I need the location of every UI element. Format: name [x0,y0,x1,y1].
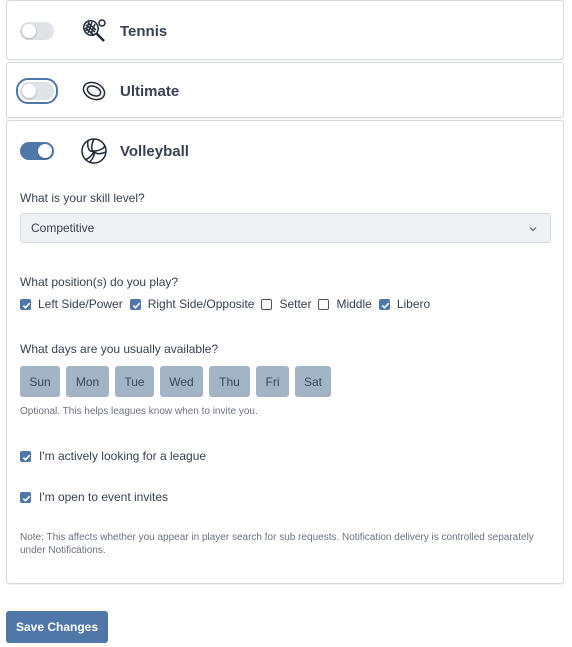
toggle-knob [38,144,52,158]
skill-level-value: Competitive [31,221,95,235]
ultimate-toggle-focus-ring [16,78,58,104]
day-button-wed[interactable]: Wed [160,366,203,397]
sport-card-tennis: Tennis [6,0,564,60]
days-hint: Optional. This helps leagues know when t… [20,406,258,417]
position-label: Middle [336,297,372,311]
position-option[interactable]: Left Side/Power [20,297,123,311]
event-invites-label: I'm open to event invites [39,490,169,504]
position-label: Left Side/Power [38,297,123,311]
day-button-fri[interactable]: Fri [256,366,289,397]
position-option[interactable]: Libero [378,297,431,311]
volleyball-icon [80,137,108,165]
volleyball-toggle[interactable] [20,142,54,160]
skill-level-label: What is your skill level? [20,191,145,205]
days-group: Sun Mon Tue Wed Thu Fri Sat [20,366,337,397]
sport-row-tennis: Tennis [20,16,167,46]
checkbox-checked[interactable] [20,298,31,310]
sport-row-volleyball: Volleyball [20,136,189,166]
days-label: What days are you usually available? [20,342,219,356]
skill-level-select[interactable]: Competitive [20,213,551,243]
day-button-sun[interactable]: Sun [20,366,60,397]
sport-row-ultimate: Ultimate [16,76,180,106]
positions-group: Left Side/Power Right Side/Opposite Sett… [20,297,437,311]
checkbox-checked[interactable] [378,298,390,310]
looking-for-league-label: I'm actively looking for a league [39,449,207,463]
sport-name: Volleyball [120,142,189,160]
position-label: Setter [279,297,312,311]
checkbox-checked[interactable] [129,298,141,310]
looking-for-league-option[interactable]: I'm actively looking for a league [20,449,206,463]
search-visibility-note: Note: This affects whether you appear in… [20,532,534,556]
positions-label: What position(s) do you play? [20,275,179,289]
checkbox-unchecked[interactable] [261,298,273,310]
sport-name: Ultimate [120,82,180,100]
sport-name: Tennis [120,22,168,40]
position-label: Libero [396,297,431,311]
day-button-tue[interactable]: Tue [115,366,154,397]
position-option[interactable]: Middle [318,297,372,311]
checkbox-checked[interactable] [20,450,31,462]
chevron-down-icon [528,223,538,237]
ultimate-toggle[interactable] [20,82,54,100]
save-changes-button[interactable]: Save Changes [6,611,108,643]
position-option[interactable]: Right Side/Opposite [129,297,255,311]
day-button-thu[interactable]: Thu [209,366,250,397]
sport-card-ultimate: Ultimate [6,62,564,118]
tennis-racket-icon [80,17,108,45]
toggle-knob [22,84,36,98]
toggle-knob [22,24,36,38]
frisbee-icon [80,77,108,105]
tennis-toggle[interactable] [20,22,54,40]
day-button-sat[interactable]: Sat [295,366,331,397]
day-button-mon[interactable]: Mon [66,366,109,397]
position-option[interactable]: Setter [261,297,311,311]
event-invites-option[interactable]: I'm open to event invites [20,490,168,504]
checkbox-unchecked[interactable] [318,298,330,310]
position-label: Right Side/Opposite [147,297,255,311]
checkbox-checked[interactable] [20,491,31,503]
